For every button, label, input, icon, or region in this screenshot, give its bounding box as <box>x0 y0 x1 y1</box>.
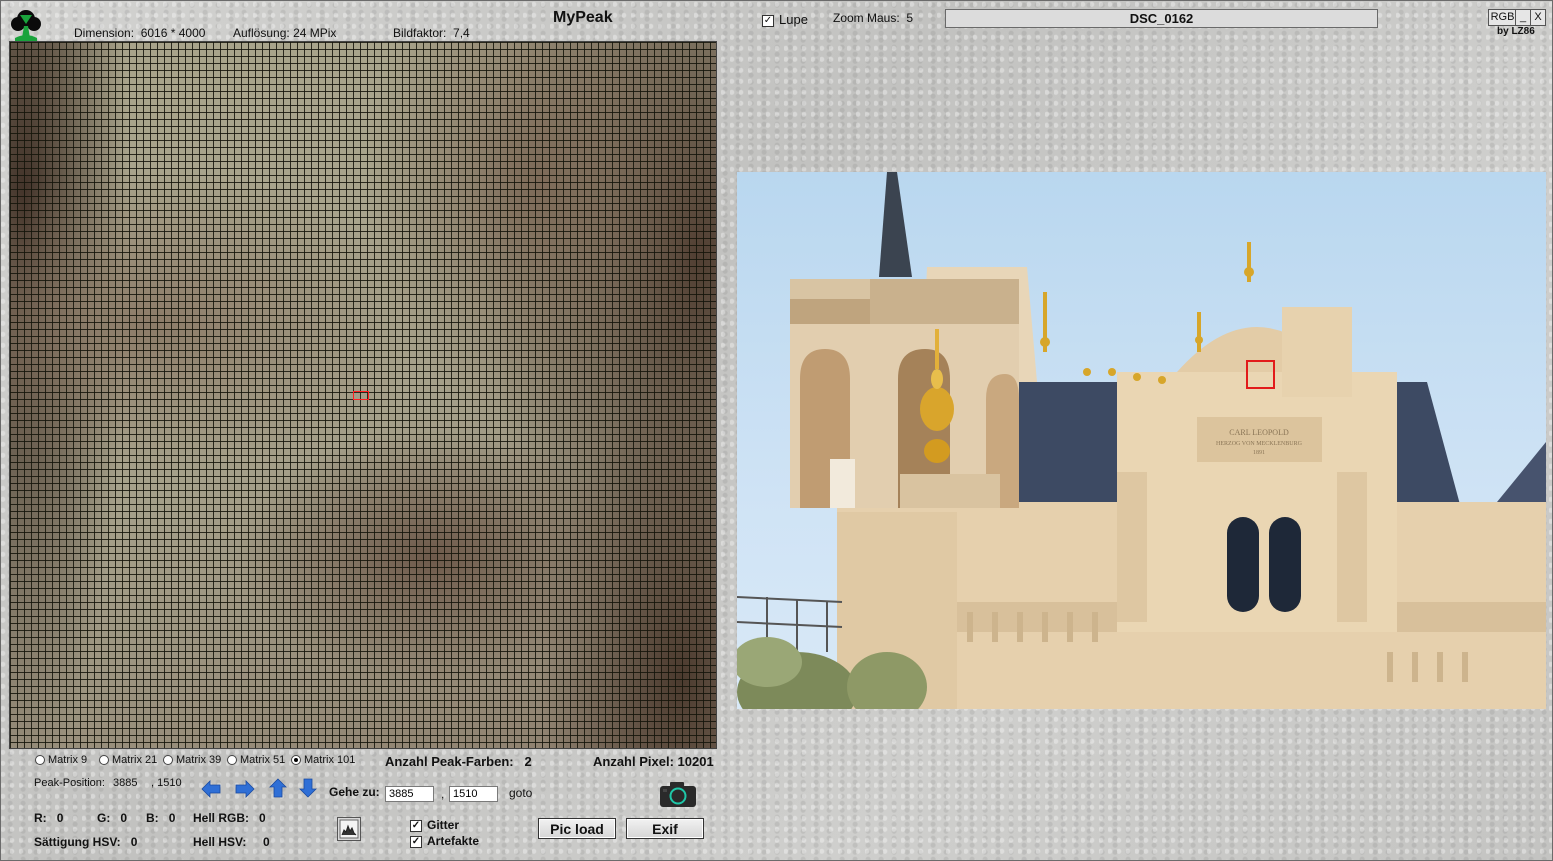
goto-separator: , <box>441 787 445 801</box>
pixel-count-value: 10201 <box>677 754 714 769</box>
exif-button[interactable]: Exif <box>626 818 704 839</box>
lupe-check-icon: ✓ <box>762 14 774 27</box>
b-info: B: 0 <box>146 811 175 825</box>
hell-rgb-info: Hell RGB: 0 <box>193 811 266 825</box>
arrow-up-icon[interactable] <box>269 778 287 798</box>
radio-matrix-39[interactable]: Matrix 39 <box>163 754 221 766</box>
saturation-value: 0 <box>130 835 138 849</box>
radio-circle <box>35 755 45 766</box>
hell-hsv-label: Hell HSV: <box>193 835 247 849</box>
peak-position-x: 3885 <box>113 777 138 789</box>
radio-matrix-101[interactable]: Matrix 101 <box>291 754 355 766</box>
radio-label: Matrix 39 <box>176 754 222 766</box>
main-window: MyPeak Dimension: 6016 * 4000 Auflösung:… <box>0 0 1553 861</box>
hell-hsv-value: 0 <box>263 835 270 849</box>
author-byline: by LZ86 <box>1497 26 1535 37</box>
zoom-value: 5 <box>906 11 914 25</box>
saturation-info: Sättigung HSV: 0 <box>34 835 137 849</box>
radio-label: Matrix 101 <box>304 754 356 766</box>
peak-position-y: , 1510 <box>151 777 182 789</box>
gitter-checkbox[interactable]: ✓ Gitter <box>410 818 459 832</box>
pixel-count-label: Anzahl Pixel: <box>593 754 674 769</box>
radio-circle-selected <box>291 755 301 766</box>
app-title: MyPeak <box>553 9 613 26</box>
radio-label: Matrix 21 <box>112 754 158 766</box>
saturation-label: Sättigung HSV: <box>34 835 121 849</box>
loupe-image <box>790 279 1019 508</box>
g-label: G: <box>97 811 111 825</box>
zoom-label: Zoom Maus: <box>833 11 900 25</box>
pixel-count-info: Anzahl Pixel: 10201 <box>593 754 714 769</box>
peak-marker <box>353 391 369 400</box>
hell-rgb-value: 0 <box>259 811 266 825</box>
resolution-value: 24 MPix <box>293 26 337 40</box>
peak-colors-label: Anzahl Peak-Farben: <box>385 754 514 769</box>
artefakte-label: Artefakte <box>427 834 480 848</box>
inscription-line1: CARL LEOPOLD <box>1229 428 1289 437</box>
tree-logo-icon <box>11 10 41 41</box>
artefakte-checkbox[interactable]: ✓ Artefakte <box>410 834 479 848</box>
g-info: G: 0 <box>97 811 127 825</box>
close-button[interactable]: X <box>1530 9 1546 26</box>
arrow-right-icon[interactable] <box>235 780 255 798</box>
inscription-line3: 1891 <box>1253 450 1265 456</box>
factor-info: Bildfaktor: 7,4 <box>393 26 470 40</box>
resolution-label: Auflösung: <box>233 26 290 40</box>
lupe-label: Lupe <box>779 12 808 27</box>
dimension-value: 6016 * 4000 <box>140 26 206 40</box>
filename-field: DSC_0162 <box>945 9 1378 28</box>
rgb-button[interactable]: RGB <box>1488 9 1517 26</box>
arrow-down-icon[interactable] <box>299 778 317 798</box>
goto-y-input[interactable] <box>449 786 498 802</box>
r-info: R: 0 <box>34 811 63 825</box>
radio-circle <box>227 755 237 766</box>
goto-x-input[interactable] <box>385 786 434 802</box>
peak-colors-info: Anzahl Peak-Farben: 2 <box>385 754 532 769</box>
radio-matrix-51[interactable]: Matrix 51 <box>227 754 285 766</box>
radio-circle <box>99 755 109 766</box>
b-value: 0 <box>168 811 176 825</box>
g-value: 0 <box>120 811 128 825</box>
radio-circle <box>163 755 173 766</box>
factor-value: 7,4 <box>453 26 470 40</box>
radio-label: Matrix 9 <box>48 754 88 766</box>
gitter-label: Gitter <box>427 818 460 832</box>
radio-label: Matrix 51 <box>240 754 286 766</box>
goto-label: Gehe zu: <box>329 785 380 799</box>
r-label: R: <box>34 811 47 825</box>
hell-rgb-label: Hell RGB: <box>193 811 250 825</box>
radio-matrix-9[interactable]: Matrix 9 <box>35 754 87 766</box>
factor-label: Bildfaktor: <box>393 26 447 40</box>
dimension-label: Dimension: <box>74 26 135 40</box>
peak-position-label: Peak-Position: <box>34 777 105 789</box>
minimize-button[interactable]: _ <box>1515 9 1531 26</box>
arrow-left-icon[interactable] <box>201 780 221 798</box>
zoom-info: Zoom Maus: 5 <box>833 11 913 25</box>
artefakte-check-icon: ✓ <box>410 835 422 848</box>
b-label: B: <box>146 811 159 825</box>
dimension-info: Dimension: 6016 * 4000 <box>74 26 205 40</box>
resolution-info: Auflösung: 24 MPix <box>233 26 336 40</box>
peak-colors-value: 2 <box>524 754 532 769</box>
lupe-checkbox[interactable]: ✓ Lupe <box>762 12 808 27</box>
radio-matrix-21[interactable]: Matrix 21 <box>99 754 157 766</box>
histogram-button[interactable] <box>337 817 361 841</box>
gitter-check-icon: ✓ <box>410 819 422 832</box>
r-value: 0 <box>56 811 64 825</box>
goto-button[interactable]: goto <box>509 786 532 800</box>
camera-icon[interactable] <box>659 781 697 808</box>
histogram-icon <box>339 819 359 839</box>
pic-load-button[interactable]: Pic load <box>538 818 616 839</box>
inscription-line2: HERZOG VON MECKLENBURG <box>1216 441 1303 447</box>
photo-position-marker <box>1246 360 1275 389</box>
hell-hsv-info: Hell HSV: 0 <box>193 835 270 849</box>
magnifier-loupe <box>790 279 1019 508</box>
